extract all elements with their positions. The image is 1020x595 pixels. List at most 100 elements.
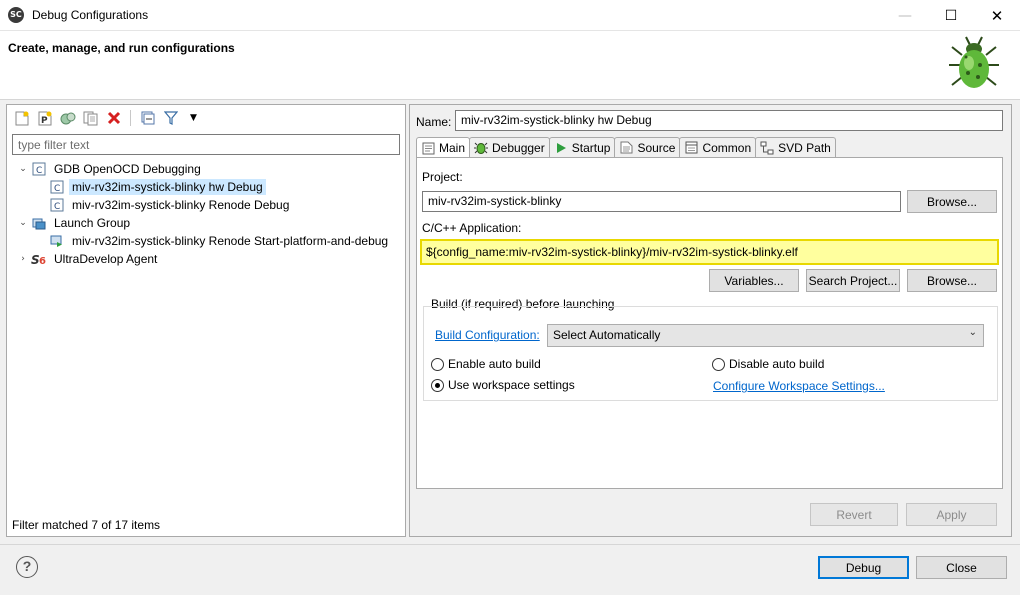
tree-item-ultradevelop[interactable]: › S6 UltraDevelop Agent: [17, 250, 160, 268]
tree-item-gdb-openocd[interactable]: ⌄ C GDB OpenOCD Debugging: [17, 160, 204, 178]
application-label: C/C++ Application:: [422, 221, 522, 235]
svg-text:C: C: [54, 184, 60, 194]
svg-text:P: P: [41, 116, 48, 126]
chevron-down-icon[interactable]: ⌄: [17, 164, 29, 174]
tree-item-label: miv-rv32im-systick-blinky hw Debug: [69, 179, 266, 195]
c-config-icon: C: [31, 161, 47, 177]
select-value: Select Automatically: [553, 328, 661, 342]
tree-item-renode-debug[interactable]: C miv-rv32im-systick-blinky Renode Debug: [35, 196, 292, 214]
configure-workspace-link[interactable]: Configure Workspace Settings...: [713, 379, 885, 393]
c-file-icon: C: [49, 197, 65, 213]
minimize-button[interactable]: —: [882, 0, 928, 31]
radio-label: Enable auto build: [448, 357, 541, 371]
debug-button[interactable]: Debug: [818, 556, 909, 579]
close-button[interactable]: Close: [916, 556, 1007, 579]
bug-icon: [474, 141, 489, 155]
svg-text:6: 6: [39, 256, 46, 266]
tree-item-label: Launch Group: [54, 216, 131, 230]
chevron-down-icon: ⌄: [968, 327, 977, 338]
use-workspace-settings-radio[interactable]: Use workspace settings: [431, 378, 575, 392]
footer-divider: [0, 544, 1020, 545]
filter-icon[interactable]: [162, 110, 179, 127]
project-input[interactable]: miv-rv32im-systick-blinky: [422, 191, 901, 212]
sc-agent-icon: S6: [31, 251, 47, 267]
application-browse-button[interactable]: Browse...: [907, 269, 997, 292]
build-configuration-select[interactable]: Select Automatically ⌄: [547, 324, 984, 347]
collapse-all-icon[interactable]: [139, 110, 156, 127]
chevron-right-icon[interactable]: ›: [17, 254, 29, 264]
maximize-button[interactable]: ☐: [928, 0, 974, 31]
enable-auto-build-radio[interactable]: Enable auto build: [431, 357, 541, 371]
svg-text:C: C: [54, 202, 60, 212]
filter-status: Filter matched 7 of 17 items: [12, 518, 161, 532]
tree-item-label: miv-rv32im-systick-blinky Renode Debug: [72, 198, 290, 212]
apply-button[interactable]: Apply: [906, 503, 997, 526]
search-project-button[interactable]: Search Project...: [806, 269, 900, 292]
radio-label: Disable auto build: [729, 357, 825, 371]
build-group: Build Configuration: Select Automaticall…: [423, 306, 998, 401]
c-file-icon: C: [49, 179, 65, 195]
new-config-icon[interactable]: [13, 110, 30, 127]
help-icon[interactable]: ?: [16, 556, 38, 578]
tree-item-renode-start[interactable]: miv-rv32im-systick-blinky Renode Start-p…: [35, 232, 391, 250]
common-icon: [684, 141, 698, 155]
configuration-editor-panel: Name: miv-rv32im-systick-blinky hw Debug…: [409, 104, 1012, 537]
toolbar-separator: [130, 110, 131, 126]
new-prototype-icon[interactable]: P: [36, 110, 53, 127]
build-configuration-link[interactable]: Build Configuration:: [435, 328, 540, 342]
tab-label: Main: [439, 141, 466, 155]
radio-label: Use workspace settings: [448, 378, 575, 392]
tab-label: Startup: [571, 140, 611, 155]
revert-button[interactable]: Revert: [810, 503, 898, 526]
tab-label: Common: [702, 140, 752, 155]
disable-auto-build-radio[interactable]: Disable auto build: [712, 357, 824, 371]
tab-main[interactable]: Main: [416, 137, 471, 158]
filter-input[interactable]: [12, 134, 400, 155]
launch-item-icon: [49, 233, 65, 249]
tree-item-label: miv-rv32im-systick-blinky Renode Start-p…: [72, 234, 389, 248]
svd-icon: [760, 141, 774, 155]
radio-button[interactable]: [712, 357, 725, 371]
application-input[interactable]: ${config_name:miv-rv32im-systick-blinky}…: [420, 239, 999, 265]
delete-icon[interactable]: [105, 110, 122, 127]
window-title: Debug Configurations: [32, 8, 149, 22]
export-icon[interactable]: [59, 110, 76, 127]
name-label: Name:: [416, 115, 452, 129]
play-icon: [554, 141, 568, 155]
close-window-button[interactable]: ✕: [974, 0, 1020, 31]
svg-text:C: C: [36, 166, 42, 176]
radio-button[interactable]: [431, 357, 444, 371]
source-icon: [619, 141, 633, 155]
tab-common[interactable]: Common: [679, 137, 757, 157]
configuration-list-panel: P ▼ ⌄ C GDB OpenOCD Debugging: [6, 104, 406, 537]
dialog-header: Create, manage, and run configurations: [0, 31, 1020, 100]
project-label: Project:: [422, 170, 463, 184]
config-tabs: Main Debugger Startup Source Common SVD …: [416, 137, 836, 158]
config-toolbar: P ▼: [13, 108, 202, 128]
tree-item-launch-group[interactable]: ⌄ Launch Group: [17, 214, 133, 232]
chevron-down-icon[interactable]: ⌄: [17, 218, 29, 228]
tab-svd-path[interactable]: SVD Path: [755, 137, 836, 157]
header-title: Create, manage, and run configurations: [8, 41, 235, 55]
tab-source[interactable]: Source: [614, 137, 681, 157]
app-icon: SC: [8, 7, 24, 23]
main-tab-content: Project: miv-rv32im-systick-blinky Brows…: [416, 157, 1003, 489]
name-input[interactable]: miv-rv32im-systick-blinky hw Debug: [455, 110, 1003, 131]
radio-button[interactable]: [431, 378, 444, 392]
tree-item-label: UltraDevelop Agent: [54, 252, 158, 266]
tab-label: SVD Path: [778, 140, 831, 155]
tab-label: Debugger: [492, 140, 545, 155]
duplicate-icon[interactable]: [82, 110, 99, 127]
main-tab-icon: [421, 141, 435, 155]
tab-debugger[interactable]: Debugger: [469, 137, 550, 157]
tree-item-label: GDB OpenOCD Debugging: [54, 162, 201, 176]
variables-button[interactable]: Variables...: [709, 269, 799, 292]
tab-startup[interactable]: Startup: [548, 137, 616, 157]
debug-bug-icon: [949, 36, 999, 88]
title-bar: SC Debug Configurations — ☐ ✕: [0, 0, 1020, 31]
launch-group-icon: [31, 215, 47, 231]
filter-menu-chevron-icon[interactable]: ▼: [185, 110, 202, 127]
tab-label: Source: [637, 140, 676, 155]
tree-item-hw-debug[interactable]: C miv-rv32im-systick-blinky hw Debug: [35, 178, 266, 196]
project-browse-button[interactable]: Browse...: [907, 190, 997, 213]
